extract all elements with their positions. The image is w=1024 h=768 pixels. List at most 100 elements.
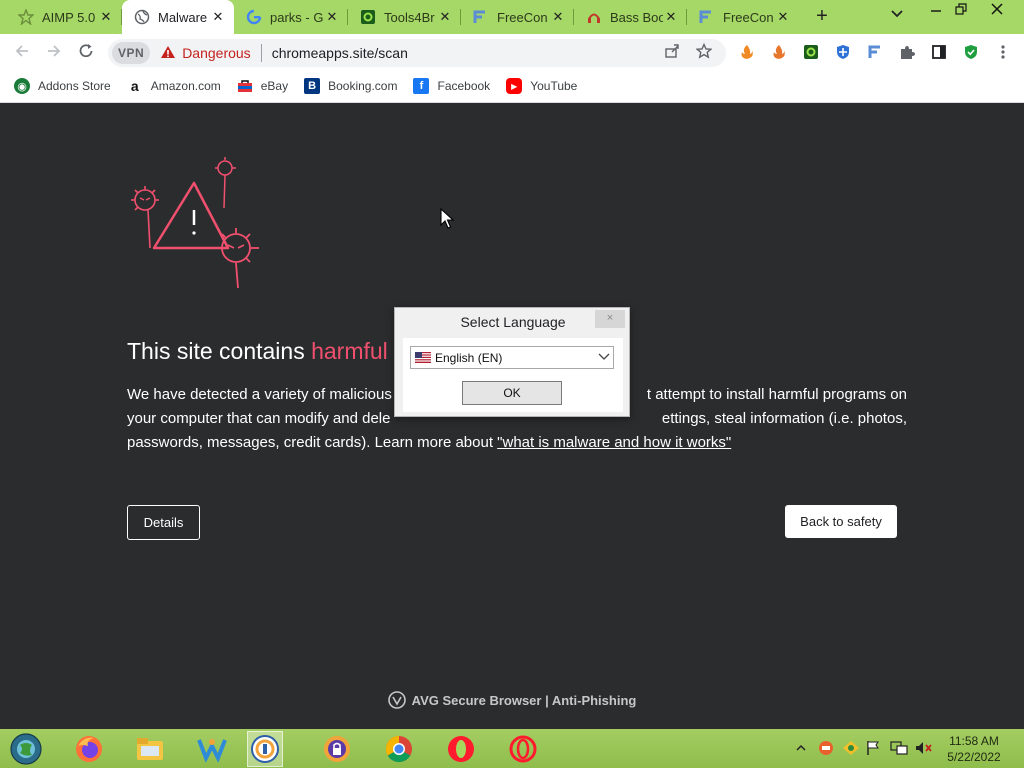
- vpn-badge[interactable]: VPN: [112, 42, 151, 64]
- close-icon[interactable]: ✕: [210, 9, 226, 25]
- volume-muted-icon[interactable]: [915, 740, 933, 759]
- bookmark-youtube[interactable]: ▶ YouTube: [506, 78, 577, 94]
- bookmark-amazon[interactable]: a Amazon.com: [127, 78, 221, 94]
- tab-freeconverter-1[interactable]: FreeCon ✕: [461, 0, 574, 34]
- system-clock[interactable]: 11:58 AM 5/22/2022: [944, 733, 1004, 765]
- description-line-2-left: your computer that can modify and dele: [127, 410, 391, 427]
- omnibox[interactable]: VPN Dangerous chromeapps.site/scan: [108, 39, 726, 67]
- app-icon[interactable]: [194, 731, 230, 767]
- forward-arrow-icon[interactable]: [44, 42, 64, 62]
- browser-lock-icon[interactable]: [319, 731, 355, 767]
- bookmark-label: Facebook: [437, 79, 491, 93]
- ok-button[interactable]: OK: [462, 381, 562, 405]
- freeconverter-extension-icon[interactable]: [866, 43, 884, 61]
- minimize-icon[interactable]: [930, 2, 942, 19]
- back-arrow-icon[interactable]: [12, 42, 32, 62]
- close-icon[interactable]: ✕: [550, 9, 566, 25]
- bookmark-label: YouTube: [530, 79, 578, 93]
- bookmarks-bar: ◉ Addons Store a Amazon.com eBay B Booki…: [0, 70, 1024, 103]
- tab-title: parks - G: [270, 9, 324, 25]
- bookmark-facebook[interactable]: f Facebook: [413, 78, 490, 94]
- shield-extension-icon[interactable]: [834, 43, 852, 61]
- tab-title: FreeCon: [723, 9, 774, 25]
- dialog-body: English (EN) OK: [403, 338, 623, 412]
- freeconverter-icon: [699, 9, 715, 25]
- fire-extension-icon[interactable]: [738, 43, 756, 61]
- selected-language: English (EN): [435, 350, 503, 365]
- bookmark-ebay[interactable]: eBay: [237, 78, 288, 94]
- close-icon[interactable]: ✕: [663, 9, 679, 25]
- close-icon[interactable]: ✕: [324, 9, 340, 25]
- tab-aimp[interactable]: AIMP 5.0 ✕: [0, 0, 122, 34]
- opera-gx-icon[interactable]: [505, 731, 541, 767]
- description-line-2-right: ettings, steal information (i.e. photos,: [661, 410, 907, 427]
- avg-shield-icon: [387, 691, 406, 709]
- clock-date: 5/22/2022: [947, 750, 1001, 764]
- tab-strip: AIMP 5.0 ✕ Malware ✕ parks - G ✕ Tools4B…: [0, 0, 1024, 34]
- bookmark-addons-store[interactable]: ◉ Addons Store: [14, 78, 111, 94]
- fire-extension-2-icon[interactable]: [770, 43, 788, 61]
- tab-tools4browser[interactable]: Tools4Br ✕: [348, 0, 461, 34]
- chrome-icon[interactable]: [381, 731, 417, 767]
- youtube-icon: ▶: [506, 78, 523, 94]
- restore-icon[interactable]: [955, 2, 967, 19]
- start-orb-icon[interactable]: [8, 731, 44, 767]
- action-center-flag-icon[interactable]: [866, 740, 880, 759]
- tab-title: Tools4Br: [384, 9, 435, 25]
- page-heading: This site contains harmful: [127, 338, 388, 365]
- puzzle-extensions-icon[interactable]: [898, 43, 916, 61]
- globe-icon: [134, 9, 150, 25]
- footer-branding: AVG Secure Browser | Anti-Phishing: [0, 691, 1024, 709]
- freeconverter-icon: [473, 9, 489, 25]
- omnibox-divider: [260, 44, 262, 62]
- back-to-safety-button[interactable]: Back to safety: [785, 505, 897, 538]
- avg-secure-browser-icon[interactable]: [247, 731, 283, 767]
- tab-bass-booster[interactable]: Bass Boo ✕: [574, 0, 687, 34]
- opera-icon[interactable]: [443, 731, 479, 767]
- learn-more-link[interactable]: "what is malware and how it works": [497, 434, 731, 451]
- firefox-icon[interactable]: [71, 731, 107, 767]
- tools4browser-extension-icon[interactable]: [802, 43, 820, 61]
- google-icon: [246, 9, 262, 25]
- warning-icon[interactable]: [160, 45, 176, 62]
- close-icon[interactable]: ✕: [437, 9, 453, 25]
- details-button[interactable]: Details: [127, 505, 200, 540]
- tray-expand-chevron-icon[interactable]: [796, 741, 806, 755]
- share-icon[interactable]: [662, 43, 682, 63]
- aimp-icon: [18, 9, 34, 25]
- tab-freeconverter-2[interactable]: FreeCon ✕: [687, 0, 799, 34]
- tab-malware[interactable]: Malware ✕: [122, 0, 234, 34]
- bass-booster-icon: [586, 9, 602, 25]
- menu-kebab-icon[interactable]: [994, 43, 1012, 61]
- language-select[interactable]: English (EN): [410, 346, 614, 369]
- tray-app-icon[interactable]: [818, 740, 834, 759]
- security-shield-icon[interactable]: [962, 43, 980, 61]
- reload-icon[interactable]: [76, 42, 96, 62]
- amazon-icon: a: [130, 78, 139, 94]
- dialog-close-button[interactable]: ×: [595, 310, 625, 328]
- clock-time: 11:58 AM: [949, 734, 999, 748]
- url-text[interactable]: chromeapps.site/scan: [272, 45, 662, 61]
- side-panel-icon[interactable]: [930, 43, 948, 61]
- tab-title: Malware: [158, 9, 208, 25]
- heading-highlight: harmful: [311, 338, 388, 364]
- bookmark-label: Amazon.com: [150, 79, 221, 93]
- bookmark-label: Booking.com: [328, 79, 398, 93]
- bookmark-star-icon[interactable]: [694, 42, 714, 63]
- security-status[interactable]: Dangerous: [182, 45, 251, 61]
- tab-search-chevron-icon[interactable]: [890, 8, 904, 22]
- us-flag-icon: [415, 352, 431, 363]
- tab-google[interactable]: parks - G ✕: [234, 0, 348, 34]
- bookmark-booking[interactable]: B Booking.com: [304, 78, 397, 94]
- tray-avg-icon[interactable]: [842, 740, 860, 759]
- new-tab-button[interactable]: +: [812, 6, 832, 27]
- tools4browser-icon: [360, 9, 376, 25]
- close-icon[interactable]: ✕: [775, 9, 791, 25]
- close-window-icon[interactable]: [990, 2, 1004, 19]
- close-icon[interactable]: ✕: [98, 9, 114, 25]
- network-icon[interactable]: [890, 740, 908, 759]
- select-language-dialog: Select Language × English (EN) OK: [394, 307, 630, 417]
- file-explorer-icon[interactable]: [132, 731, 168, 767]
- bookmark-label: eBay: [260, 79, 289, 93]
- malware-warning-illustration: [124, 153, 274, 298]
